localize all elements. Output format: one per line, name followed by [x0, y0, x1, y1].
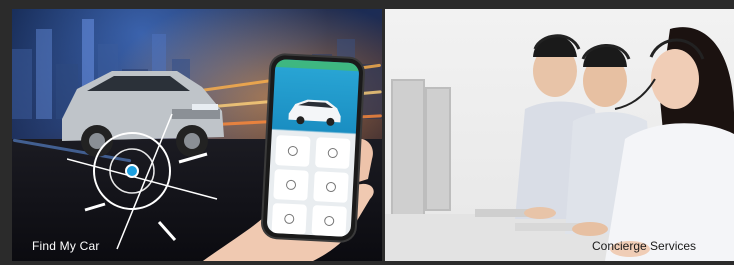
computer-monitor [391, 79, 425, 223]
concierge-services-caption: Concierge Services [592, 239, 697, 253]
app-tile-button[interactable] [311, 205, 347, 237]
find-my-car-caption: Find My Car [32, 239, 100, 253]
bottom-border [0, 261, 734, 265]
computer-monitor [425, 87, 451, 211]
left-border [0, 9, 12, 261]
app-tile-button[interactable] [313, 171, 349, 203]
concierge-services-tile[interactable] [385, 9, 734, 261]
phone-status-bar [275, 58, 360, 72]
app-tile-button[interactable] [275, 135, 311, 167]
find-my-car-tile[interactable] [12, 9, 382, 261]
app-tile-button[interactable] [271, 202, 308, 235]
location-dot-icon [125, 164, 139, 178]
app-tile-button[interactable] [315, 137, 351, 169]
top-border [0, 0, 734, 9]
call-center-agents-image [475, 27, 734, 261]
phone-app-screen [266, 58, 360, 238]
app-tile-button[interactable] [273, 169, 309, 201]
smartphone [262, 54, 364, 242]
app-car-image [288, 99, 341, 126]
